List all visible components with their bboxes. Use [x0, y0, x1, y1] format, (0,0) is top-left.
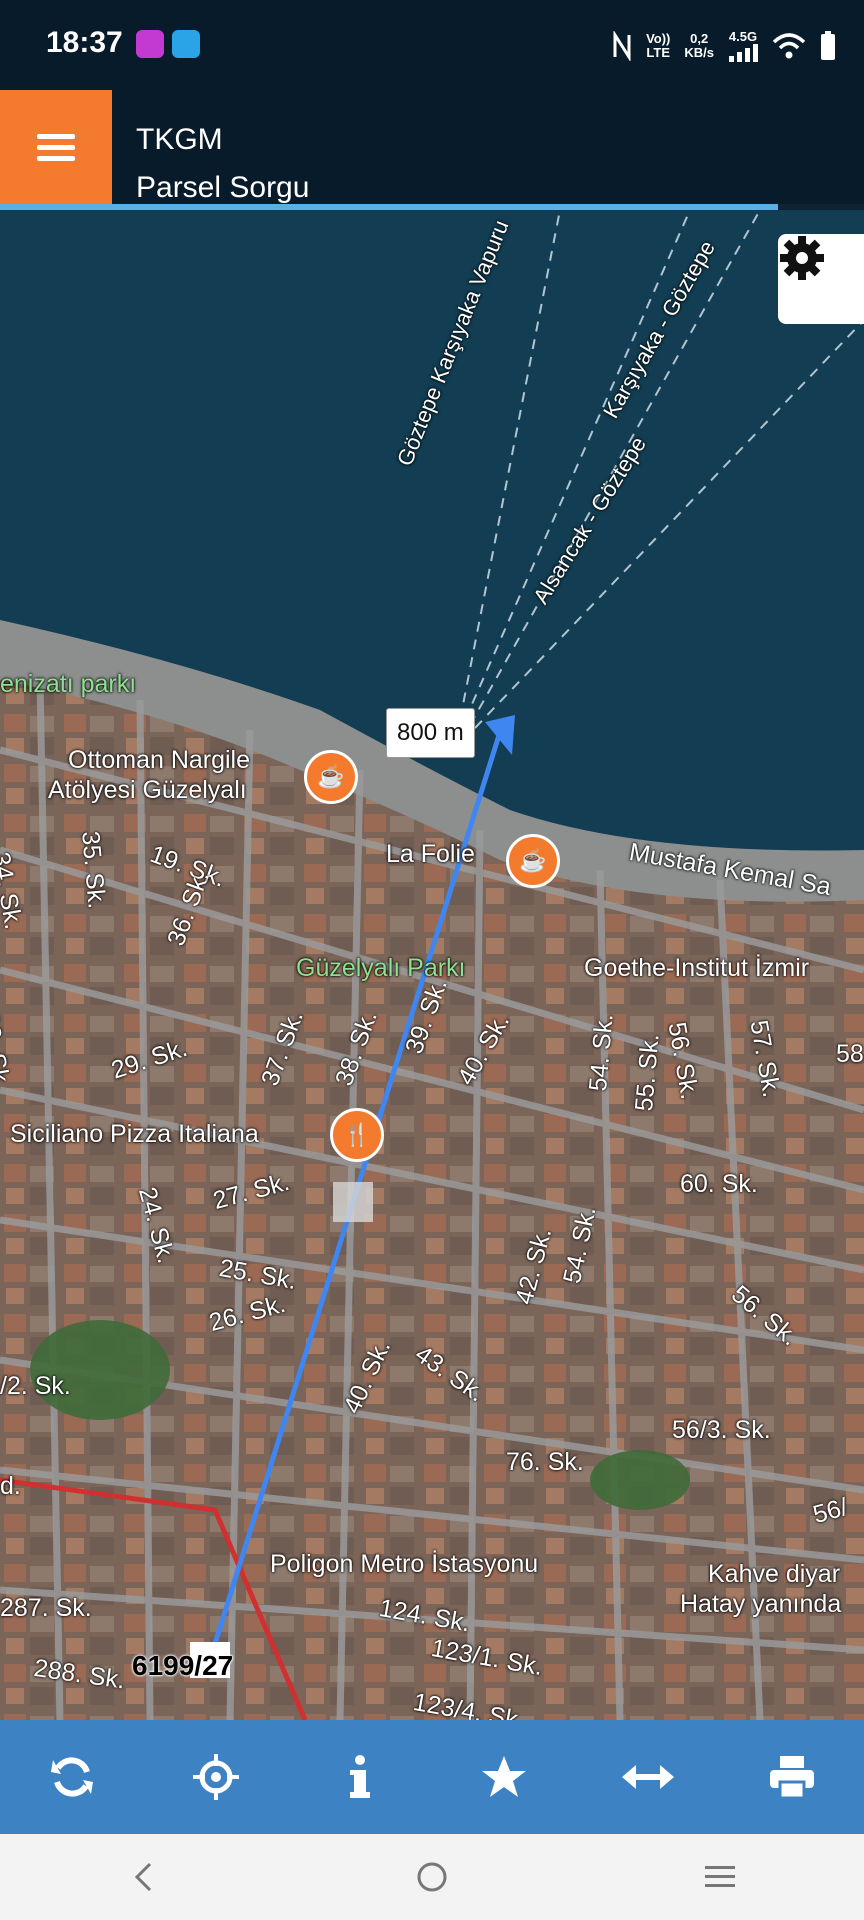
- settings-button[interactable]: [778, 234, 864, 324]
- lte-label: LTE: [646, 45, 671, 60]
- home-icon: [417, 1862, 447, 1892]
- signal-bars-icon: [729, 44, 758, 62]
- network-type: Vo)) LTE: [646, 32, 670, 60]
- recents-button[interactable]: [680, 1847, 760, 1907]
- star-icon: [482, 1756, 526, 1797]
- menu-button[interactable]: [0, 90, 112, 204]
- map-label-ottoman-1: Ottoman Nargile: [68, 746, 251, 774]
- refresh-button[interactable]: [27, 1732, 117, 1822]
- volte-label: Vo)): [646, 31, 671, 46]
- print-icon: [770, 1756, 814, 1800]
- satellite-map[interactable]: Göztepe Karşıyaka Vapuru Karşıyaka - Göz…: [0, 210, 864, 1720]
- favorites-button[interactable]: [459, 1732, 549, 1822]
- map-label-kahve: Kahve diyar: [708, 1560, 841, 1588]
- hamburger-icon: [37, 128, 75, 167]
- signal: 4.5G: [728, 30, 758, 62]
- notification-app-icon: [136, 30, 164, 58]
- app-title: TKGM Parsel Sorgu: [136, 116, 309, 212]
- cafe-marker-2[interactable]: ☕: [506, 834, 560, 888]
- restaurant-marker[interactable]: 🍴: [330, 1108, 384, 1162]
- street-label: 56/3. Sk.: [672, 1416, 771, 1444]
- map-label-siciliano: Siciliano Pizza Italiana: [10, 1120, 259, 1148]
- status-time: 18:37: [46, 26, 123, 59]
- back-button[interactable]: [104, 1847, 184, 1907]
- street-label: 287. Sk.: [0, 1594, 92, 1622]
- map-label-goethe: Goethe-Institut İzmir: [584, 954, 810, 982]
- app-title-line1: TKGM: [136, 123, 223, 156]
- street-label: 58: [836, 1040, 864, 1068]
- map-label-park: enizatı parkı: [0, 670, 137, 698]
- measure-icon: [622, 1765, 674, 1789]
- map-label-ottoman-2: Atölyesi Güzelyalı: [48, 776, 247, 804]
- map-toolbar: [0, 1720, 864, 1834]
- app-header: TKGM Parsel Sorgu: [0, 90, 864, 204]
- net-speed: 0,2 KB/s: [684, 32, 714, 60]
- map-label-lafolie: La Folie: [386, 840, 475, 868]
- cup-icon: ☕: [317, 764, 345, 789]
- street-label: 60. Sk.: [680, 1170, 758, 1198]
- locate-button[interactable]: [171, 1732, 261, 1822]
- system-nav-bar: [0, 1834, 864, 1920]
- gear-icon: [780, 236, 824, 280]
- fork-icon: 🍴: [343, 1122, 371, 1147]
- street-label: 76. Sk.: [506, 1448, 584, 1476]
- net-speed-value: 0,2: [690, 31, 709, 46]
- map-label-hatay: Hatay yanında: [680, 1590, 842, 1618]
- parcel-label: 6199/27: [132, 1650, 234, 1681]
- map-label-poligon: Poligon Metro İstasyonu: [270, 1550, 539, 1578]
- battery-icon: [821, 31, 835, 60]
- back-icon: [134, 1862, 152, 1892]
- street-label: /2. Sk.: [0, 1372, 71, 1400]
- info-icon: [350, 1755, 370, 1798]
- refresh-icon: [51, 1757, 93, 1797]
- home-notification-icon: [172, 30, 200, 58]
- print-button[interactable]: [747, 1732, 837, 1822]
- crosshair-icon: [193, 1754, 239, 1800]
- measure-button[interactable]: [603, 1732, 693, 1822]
- nfc-icon: [613, 31, 631, 61]
- distance-label: 800 m: [386, 708, 475, 758]
- wifi-icon: [772, 33, 806, 59]
- home-button[interactable]: [392, 1847, 472, 1907]
- street-label: d.: [0, 1472, 21, 1500]
- menu-icon: [705, 1866, 735, 1887]
- generation-label: 4.5G: [728, 29, 758, 44]
- info-button[interactable]: [315, 1732, 405, 1822]
- cafe-marker[interactable]: ☕: [304, 750, 358, 804]
- cup-icon: ☕: [519, 848, 547, 873]
- status-bar: 18:37 Vo)) LTE 0,2 KB/s 4.5G: [0, 0, 864, 90]
- net-speed-unit: KB/s: [684, 45, 714, 60]
